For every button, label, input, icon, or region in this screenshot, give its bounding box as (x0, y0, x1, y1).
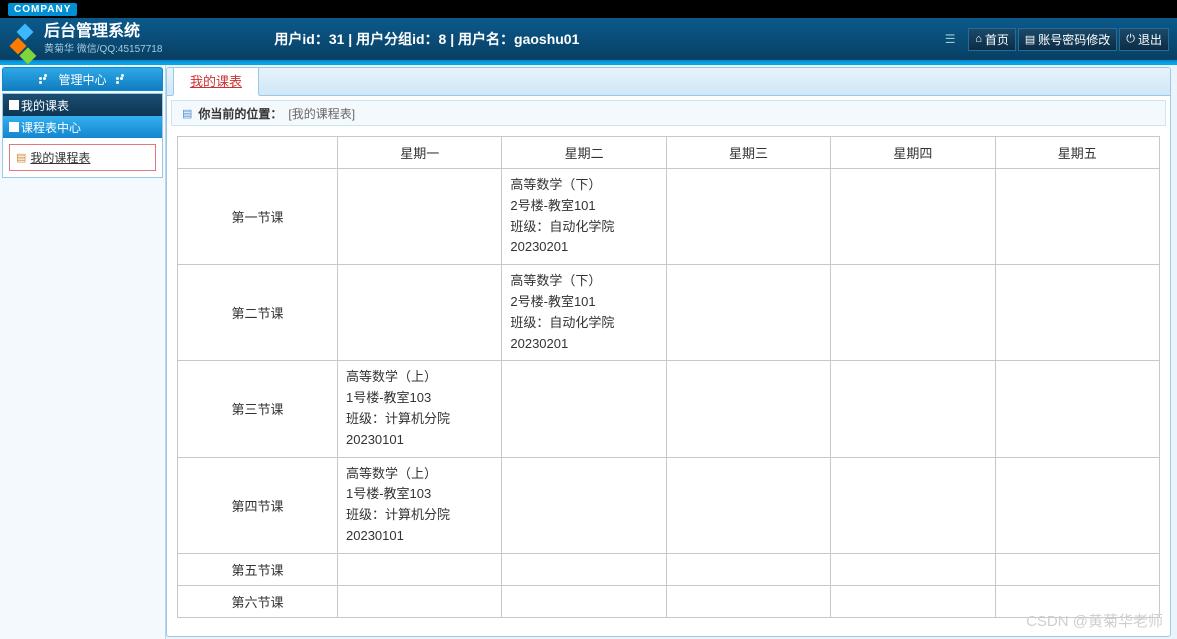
schedule-cell (666, 169, 830, 265)
home-button[interactable]: ⌂ 首页 (968, 28, 1016, 51)
breadcrumb-label: 你当前的位置： (198, 105, 282, 122)
table-header-row: 星期一 星期二 星期三 星期四 星期五 (178, 137, 1160, 169)
logo-area: 后台管理系统 黄菊华 微信/QQ:45157718 (0, 23, 174, 56)
content-area: 我的课表 ▤ 你当前的位置： [我的课程表] 星期一 星期二 星期三 星期四 星… (166, 67, 1171, 637)
schedule-cell (666, 457, 830, 553)
tab-bar: 我的课表 (167, 68, 1170, 96)
row-header: 第三节课 (178, 361, 338, 457)
password-button[interactable]: ▤ 账号密码修改 (1018, 28, 1117, 51)
table-row: 第二节课 高等数学（下）2号楼-教室101班级：自动化学院20230201 (178, 265, 1160, 361)
window-topbar: COMPANY (0, 0, 1177, 18)
home-icon: ⌂ (975, 33, 982, 45)
doc-icon: ▤ (182, 107, 192, 120)
table-row: 第五节课 (178, 553, 1160, 585)
schedule-cell (995, 361, 1159, 457)
schedule-cell: 高等数学（下）2号楼-教室101班级：自动化学院20230201 (502, 265, 666, 361)
col-header: 星期一 (338, 137, 502, 169)
schedule-cell (831, 585, 995, 617)
schedule-cell (338, 265, 502, 361)
schedule-cell (338, 169, 502, 265)
schedule-cell (502, 457, 666, 553)
col-header: 星期四 (831, 137, 995, 169)
schedule-cell: 高等数学（上）1号楼-教室103班级：计算机分院20230101 (338, 457, 502, 553)
col-header: 星期二 (502, 137, 666, 169)
square-icon (9, 100, 19, 110)
schedule-cell (831, 361, 995, 457)
menu-toggle-icon[interactable]: ☰ (940, 29, 960, 49)
company-badge: COMPANY (8, 3, 77, 16)
sidebar: 管理中心 我的课表 课程表中心 ▤ 我的课程表 (0, 65, 166, 639)
schedule-cell (338, 553, 502, 585)
schedule-cell (831, 457, 995, 553)
schedule-cell (831, 553, 995, 585)
breadcrumb-location: [我的课程表] (288, 105, 355, 122)
row-header: 第二节课 (178, 265, 338, 361)
schedule-cell (666, 585, 830, 617)
schedule-cell (666, 361, 830, 457)
logo-icon (12, 26, 38, 52)
app-subtitle: 黄菊华 微信/QQ:45157718 (44, 40, 162, 55)
row-header: 第一节课 (178, 169, 338, 265)
schedule-cell (831, 265, 995, 361)
table-row: 第一节课 高等数学（下）2号楼-教室101班级：自动化学院20230201 (178, 169, 1160, 265)
schedule-cell (995, 585, 1159, 617)
logout-label: 退出 (1138, 31, 1162, 48)
sidebar-link-label: 我的课程表 (30, 149, 90, 166)
sidebar-panel: 我的课表 课程表中心 ▤ 我的课程表 (2, 93, 163, 178)
schedule-cell (995, 265, 1159, 361)
panel2-label: 课程表中心 (21, 119, 81, 136)
top-actions: ☰ ⌂ 首页 ▤ 账号密码修改 ⏻ 退出 (940, 28, 1177, 51)
breadcrumb: ▤ 你当前的位置： [我的课程表] (171, 100, 1166, 126)
sidebar-group-center[interactable]: 课程表中心 (3, 116, 162, 138)
user-info: 用户id：31 | 用户分组id：8 | 用户名：gaoshu01 (274, 29, 579, 49)
schedule-cell: 高等数学（上）1号楼-教室103班级：计算机分院20230101 (338, 361, 502, 457)
table-row: 第四节课高等数学（上）1号楼-教室103班级：计算机分院20230101 (178, 457, 1160, 553)
sidebar-group-schedule[interactable]: 我的课表 (3, 94, 162, 116)
schedule-cell (831, 169, 995, 265)
col-header: 星期三 (666, 137, 830, 169)
schedule-cell (995, 553, 1159, 585)
app-header: 后台管理系统 黄菊华 微信/QQ:45157718 用户id：31 | 用户分组… (0, 18, 1177, 62)
corner-cell (178, 137, 338, 169)
power-icon: ⏻ (1126, 33, 1135, 46)
password-label: 账号密码修改 (1038, 31, 1110, 48)
main-layout: 管理中心 我的课表 课程表中心 ▤ 我的课程表 我的课表 (0, 62, 1177, 639)
row-header: 第五节课 (178, 553, 338, 585)
table-row: 第三节课高等数学（上）1号楼-教室103班级：计算机分院20230101 (178, 361, 1160, 457)
app-title: 后台管理系统 (44, 23, 162, 41)
panel1-label: 我的课表 (21, 97, 69, 114)
square-icon (9, 122, 19, 132)
sidebar-title-label: 管理中心 (58, 73, 106, 87)
schedule-cell (502, 553, 666, 585)
dots-icon (39, 74, 49, 84)
table-row: 第六节课 (178, 585, 1160, 617)
col-header: 星期五 (995, 137, 1159, 169)
schedule-cell (338, 585, 502, 617)
row-header: 第四节课 (178, 457, 338, 553)
sidebar-item-myschedule[interactable]: ▤ 我的课程表 (9, 144, 156, 171)
schedule-cell (995, 457, 1159, 553)
logout-button[interactable]: ⏻ 退出 (1119, 28, 1169, 51)
schedule-cell (995, 169, 1159, 265)
schedule-cell (666, 553, 830, 585)
dots-icon (116, 74, 126, 84)
tab-myschedule[interactable]: 我的课表 (173, 67, 259, 96)
table-container[interactable]: 星期一 星期二 星期三 星期四 星期五 第一节课高等数学（下）2号楼-教室101… (167, 130, 1170, 636)
schedule-cell (666, 265, 830, 361)
schedule-table: 星期一 星期二 星期三 星期四 星期五 第一节课高等数学（下）2号楼-教室101… (177, 136, 1160, 618)
schedule-cell (502, 585, 666, 617)
tab-label: 我的课表 (190, 74, 242, 89)
home-label: 首页 (985, 31, 1009, 48)
row-header: 第六节课 (178, 585, 338, 617)
doc-icon: ▤ (16, 151, 26, 164)
sidebar-title: 管理中心 (2, 67, 163, 91)
book-icon: ▤ (1025, 33, 1035, 46)
schedule-cell (502, 361, 666, 457)
panel-body: ▤ 我的课程表 (3, 138, 162, 177)
schedule-cell: 高等数学（下）2号楼-教室101班级：自动化学院20230201 (502, 169, 666, 265)
